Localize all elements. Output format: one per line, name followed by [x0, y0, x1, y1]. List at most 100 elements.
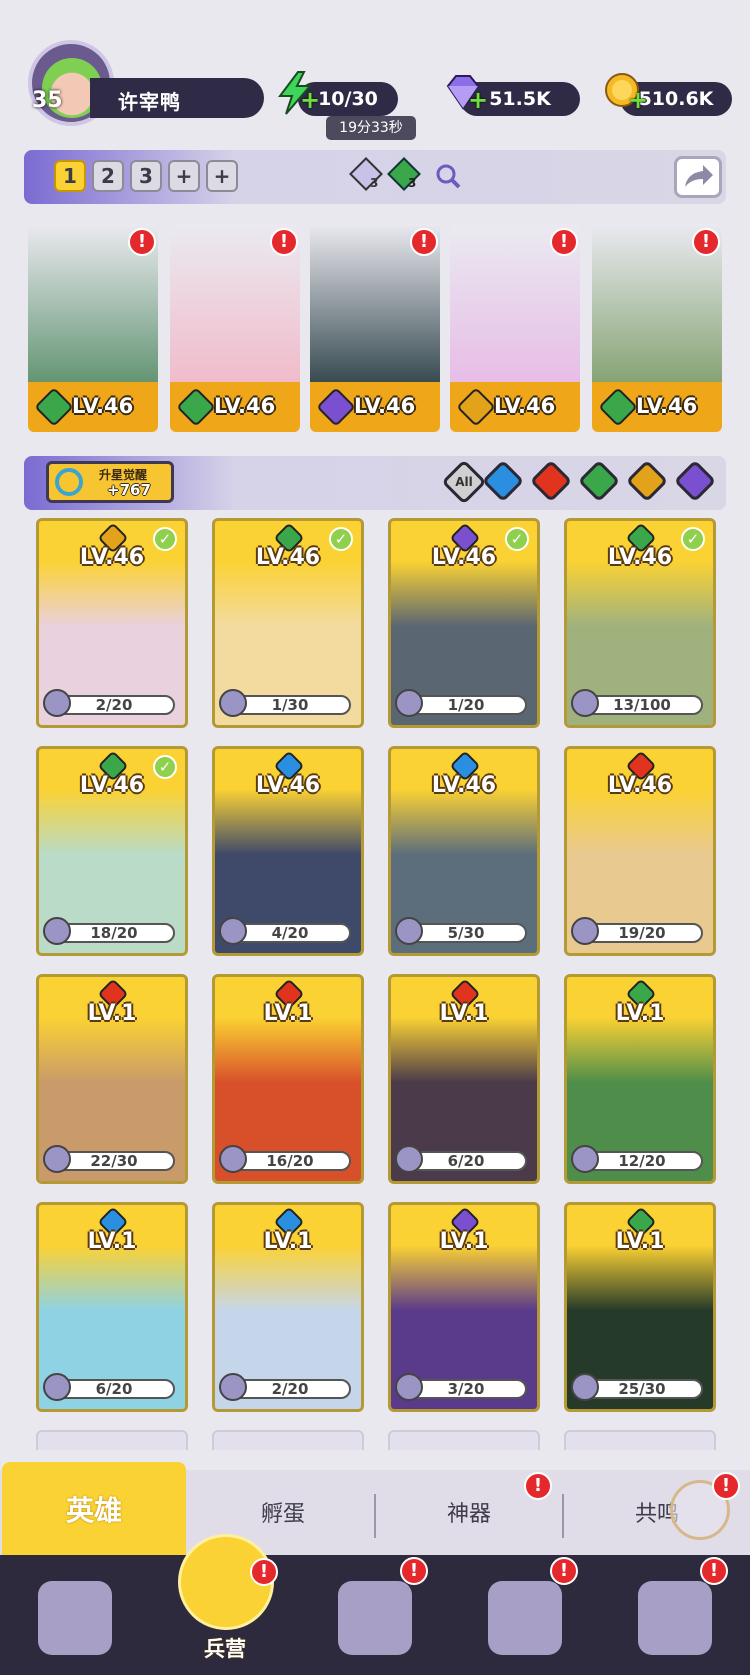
shard-icon — [395, 689, 423, 717]
hero-shard-progress: 2/20 — [229, 1379, 351, 1399]
hero-card[interactable]: ✓ LV.46 2/20 — [36, 518, 188, 728]
hero-card[interactable]: ✓ LV.46 1/20 — [388, 518, 540, 728]
hero-card[interactable]: LV.1 6/20 — [36, 1202, 188, 1412]
team-hero-level: LV.46 — [354, 394, 416, 418]
hero-card[interactable]: LV.1 25/30 — [564, 1202, 716, 1412]
awakening-button[interactable]: 升星觉醒 +767 — [46, 461, 174, 503]
player-name: 许宰鸭 — [118, 90, 181, 114]
hero-card[interactable]: LV.46 19/20 — [564, 746, 716, 956]
shard-icon — [43, 1145, 71, 1173]
team-hero-level: LV.46 — [72, 394, 134, 418]
shop-icon — [488, 1581, 562, 1655]
element-icon — [316, 387, 356, 427]
team-slot-add-2[interactable]: + — [206, 160, 238, 192]
team-hero-alert-badge: ! — [410, 228, 438, 256]
team-slot-3[interactable]: 3 — [130, 160, 162, 192]
wind-count: 3 — [408, 176, 417, 190]
hero-card[interactable]: LV.1 6/20 — [388, 974, 540, 1184]
hero-shard-progress: 3/20 — [405, 1379, 527, 1399]
hero-level: LV.1 — [615, 1229, 665, 1254]
team-hero-level-bar: LV.46 — [310, 382, 440, 432]
hero-shard-progress: 6/20 — [53, 1379, 175, 1399]
next-row-card — [388, 1430, 540, 1450]
shard-icon — [43, 1373, 71, 1401]
team-hero-alert-badge: ! — [550, 228, 578, 256]
hero-level: LV.1 — [263, 1229, 313, 1254]
shard-icon — [571, 1145, 599, 1173]
hero-level: LV.1 — [615, 1001, 665, 1026]
element-icon — [34, 387, 74, 427]
coin-icon: + — [600, 70, 648, 116]
team-hero-card[interactable]: LV.46! — [450, 224, 580, 432]
share-button[interactable] — [674, 156, 722, 198]
wind-icon[interactable]: 3 — [386, 156, 422, 192]
hero-card[interactable]: LV.1 22/30 — [36, 974, 188, 1184]
element-icon — [456, 387, 496, 427]
hero-level: LV.46 — [607, 545, 673, 570]
team-slot-add-1[interactable]: + — [168, 160, 200, 192]
hero-level: LV.1 — [439, 1229, 489, 1254]
hero-card[interactable]: ✓ LV.46 18/20 — [36, 746, 188, 956]
team-hero-card[interactable]: LV.46! — [592, 224, 722, 432]
shard-icon — [219, 689, 247, 717]
nav-alert-badge: ! — [550, 1557, 578, 1585]
team-hero-card[interactable]: LV.46! — [28, 224, 158, 432]
hero-shard-progress: 12/20 — [581, 1151, 703, 1171]
hero-card[interactable]: LV.46 5/30 — [388, 746, 540, 956]
team-slot-1[interactable]: 1 — [54, 160, 86, 192]
map-icon — [338, 1581, 412, 1655]
hero-card[interactable]: LV.1 2/20 — [212, 1202, 364, 1412]
coins-plus-icon[interactable]: + — [628, 86, 648, 114]
hero-level: LV.46 — [431, 545, 497, 570]
coins-value: 510.6K — [638, 88, 714, 110]
team-hero-alert-badge: ! — [692, 228, 720, 256]
shard-icon — [571, 917, 599, 945]
team-hero-level-bar: LV.46 — [28, 382, 158, 432]
team-hero-card[interactable]: LV.46! — [310, 224, 440, 432]
hero-shard-progress: 4/20 — [229, 923, 351, 943]
gems-plus-icon[interactable]: + — [468, 86, 488, 114]
nav-alert-badge: ! — [700, 1557, 728, 1585]
nav-item-map[interactable]: ! — [300, 1555, 450, 1675]
energy-timer: 19分33秒 — [326, 116, 416, 140]
shard-icon — [395, 917, 423, 945]
hero-shard-progress: 1/30 — [229, 695, 351, 715]
resonance-alert-badge: ! — [712, 1472, 740, 1500]
lightning-icon: + — [272, 70, 320, 116]
hero-card[interactable]: LV.46 4/20 — [212, 746, 364, 956]
hero-level: LV.1 — [87, 1001, 137, 1026]
team-slot-2[interactable]: 2 — [92, 160, 124, 192]
hero-level: LV.1 — [87, 1229, 137, 1254]
crystal-count: 3 — [370, 176, 379, 190]
hero-level: LV.46 — [607, 773, 673, 798]
hero-card[interactable]: ✓ LV.46 13/100 — [564, 518, 716, 728]
diamond-icon: + — [440, 70, 488, 116]
shard-icon — [571, 689, 599, 717]
nav-item-shop[interactable]: ! — [450, 1555, 600, 1675]
crystal-icon[interactable]: 3 — [348, 156, 384, 192]
hero-card[interactable]: LV.1 3/20 — [388, 1202, 540, 1412]
hero-level: LV.46 — [79, 545, 145, 570]
magnifier-icon[interactable] — [434, 162, 462, 190]
team-hero-alert-badge: ! — [270, 228, 298, 256]
hero-shard-progress: 18/20 — [53, 923, 175, 943]
shard-icon — [219, 1145, 247, 1173]
hero-shard-progress: 2/20 — [53, 695, 175, 715]
hero-card[interactable]: LV.1 16/20 — [212, 974, 364, 1184]
energy-plus-icon[interactable]: + — [300, 86, 320, 114]
nav-item-mushroom-house[interactable]: ! — [600, 1555, 750, 1675]
nav-item-barracks[interactable]: 兵营! — [150, 1530, 300, 1675]
share-icon — [685, 165, 713, 187]
nav-alert-badge: ! — [400, 1557, 428, 1585]
filter-all-label: All — [455, 475, 473, 489]
shard-icon — [395, 1373, 423, 1401]
team-hero-card[interactable]: LV.46! — [170, 224, 300, 432]
hero-level: LV.46 — [431, 773, 497, 798]
team-hero-level: LV.46 — [494, 394, 556, 418]
nav-item-cards[interactable] — [0, 1555, 150, 1675]
element-icon — [598, 387, 638, 427]
hero-card[interactable]: ✓ LV.46 1/30 — [212, 518, 364, 728]
player-level: 35 — [32, 88, 63, 113]
hero-shard-progress: 1/20 — [405, 695, 527, 715]
hero-card[interactable]: LV.1 12/20 — [564, 974, 716, 1184]
